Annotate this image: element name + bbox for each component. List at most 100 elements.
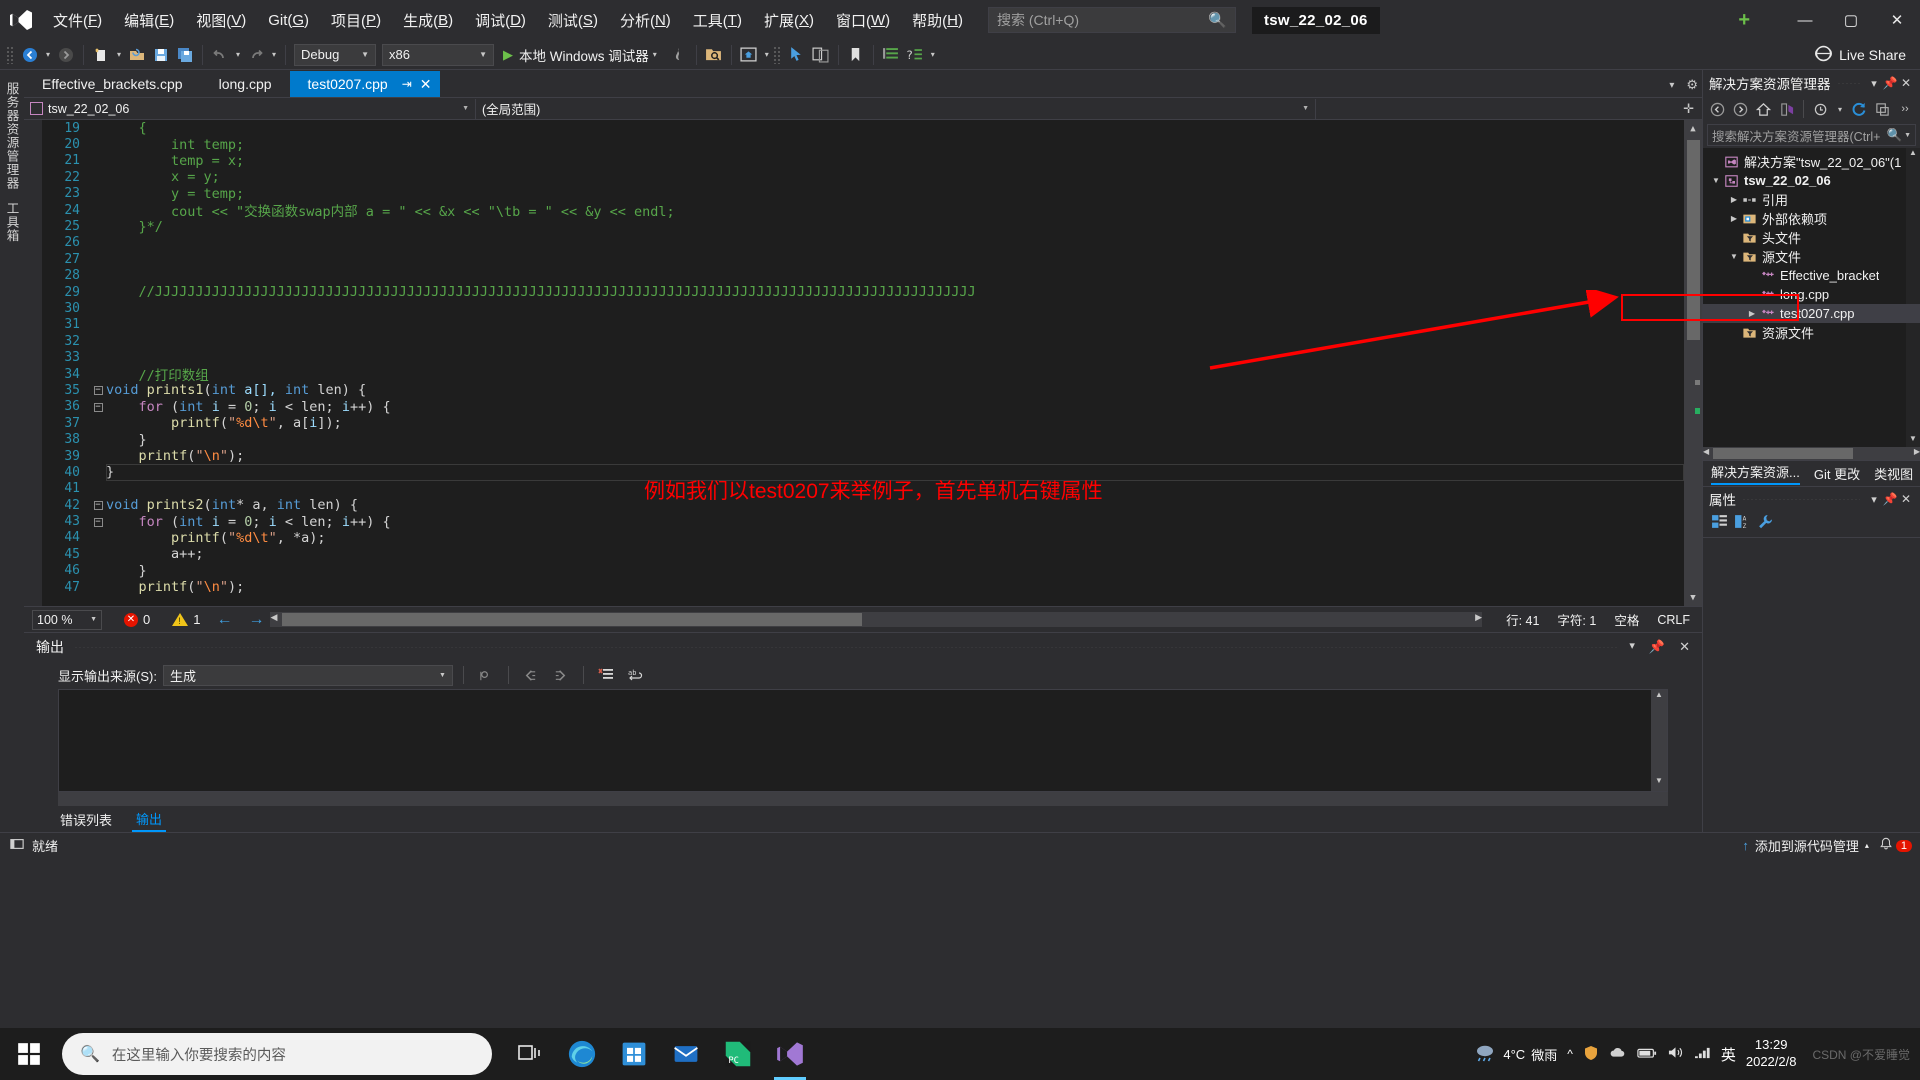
menu-item-1[interactable]: 编辑(E)	[113, 0, 185, 40]
code-line[interactable]: 39 printf("\n");	[42, 448, 1684, 464]
microsoft-store-icon[interactable]	[610, 1028, 658, 1080]
battery-icon[interactable]	[1637, 1046, 1657, 1063]
back-icon[interactable]	[1707, 99, 1727, 119]
code-line[interactable]: 29 //ЈЈЈЈЈЈЈЈЈЈЈЈЈЈЈЈЈЈЈЈЈЈЈЈЈЈЈЈЈЈЈЈЈЈЈ…	[42, 284, 1684, 300]
tree-node-4[interactable]: 头文件	[1703, 228, 1920, 247]
scroll-left-arrow-icon[interactable]: ◀	[270, 612, 277, 623]
tree-node-3[interactable]: ▶ 外部依赖项	[1703, 209, 1920, 228]
go-to-previous-message-icon[interactable]	[519, 663, 543, 687]
network-icon[interactable]	[1694, 1045, 1711, 1063]
code-line[interactable]: 24 cout << "交换函数swap内部 a = " << &x << "\…	[42, 202, 1684, 221]
code-line[interactable]: 47 printf("\n");	[42, 579, 1684, 595]
code-line[interactable]: 32	[42, 333, 1684, 349]
properties-panel-body[interactable]	[1703, 537, 1920, 832]
collapsed-arrow-icon[interactable]: ▶	[1727, 214, 1741, 223]
edge-icon[interactable]	[558, 1028, 606, 1080]
editor-vertical-scrollbar[interactable]: ▲ ▼	[1684, 120, 1702, 606]
fold-indicator[interactable]: −	[90, 500, 106, 511]
scroll-left-arrow-icon[interactable]: ◀	[1703, 447, 1709, 456]
search-folder-icon[interactable]	[702, 43, 726, 67]
tree-hscroll-thumb[interactable]	[1713, 447, 1853, 459]
chevron-up-icon[interactable]: ^	[1567, 1047, 1573, 1061]
tab-settings-icon[interactable]: ⚙	[1686, 77, 1698, 93]
output-text-area[interactable]: ▲ ▼	[58, 689, 1668, 792]
taskbar-search-input[interactable]: 🔍 在这里输入你要搜索的内容	[62, 1033, 492, 1075]
redo-caret[interactable]: ▾	[268, 50, 280, 59]
expanded-arrow-icon[interactable]: ▼	[1727, 252, 1741, 261]
menu-item-8[interactable]: 分析(N)	[609, 0, 682, 40]
menu-item-9[interactable]: 工具(T)	[682, 0, 753, 40]
undo-icon[interactable]	[208, 43, 232, 67]
code-line[interactable]: 21 temp = x;	[42, 153, 1684, 169]
pin-icon[interactable]: 📌	[1882, 492, 1898, 506]
toggle-word-wrap-icon[interactable]: ab	[624, 663, 648, 687]
code-line[interactable]: 37 printf("%d\t", a[i]);	[42, 415, 1684, 431]
code-line[interactable]: 22 x = y;	[42, 169, 1684, 185]
comment-lines-icon[interactable]	[879, 43, 903, 67]
error-count-indicator[interactable]: ✕ 0	[124, 612, 150, 627]
menu-item-5[interactable]: 生成(B)	[392, 0, 464, 40]
collapse-all-icon[interactable]	[1872, 99, 1892, 119]
warning-count-indicator[interactable]: 1	[172, 612, 200, 627]
weather-widget[interactable]: 4°C 微雨	[1473, 1042, 1557, 1067]
code-line[interactable]: 44 printf("%d\t", *a);	[42, 530, 1684, 546]
sync-with-active-document-icon[interactable]	[1776, 99, 1796, 119]
add-account-icon[interactable]: +	[1738, 9, 1750, 32]
code-line[interactable]: 26	[42, 235, 1684, 251]
code-line[interactable]: 30	[42, 300, 1684, 316]
close-icon[interactable]: ✕	[1898, 492, 1914, 506]
editor-horizontal-scrollbar[interactable]: ◀ ▶	[270, 612, 1483, 627]
arrow-left-icon[interactable]: ←	[216, 611, 232, 629]
output-dock-tab-1[interactable]: 输出	[132, 807, 167, 832]
pin-icon[interactable]: 📌	[1882, 76, 1898, 90]
right-dock-tab-1[interactable]: Git 更改	[1814, 464, 1860, 483]
home-icon[interactable]	[1753, 99, 1773, 119]
collapsed-arrow-icon[interactable]: ▶	[1727, 195, 1741, 204]
code-line[interactable]: 43− for (int i = 0; i < len; i++) {	[42, 513, 1684, 530]
menu-item-6[interactable]: 调试(D)	[464, 0, 537, 40]
rail-tab-1[interactable]: 工具箱	[0, 196, 25, 249]
toolbar-grip[interactable]	[772, 45, 781, 64]
close-icon[interactable]: ✕	[1679, 639, 1690, 655]
code-line[interactable]: 34 //打印数组	[42, 366, 1684, 385]
menu-item-3[interactable]: Git(G)	[257, 0, 320, 40]
start-debugging-caret[interactable]: ▾	[649, 50, 661, 59]
code-line[interactable]: 35− void prints1(int a[], int len) {	[42, 382, 1684, 398]
navigate-forward-button[interactable]	[54, 43, 78, 67]
tree-horizontal-scrollbar[interactable]: ◀ ▶	[1703, 446, 1920, 460]
code-line[interactable]: 33	[42, 349, 1684, 365]
solution-configuration-combo[interactable]: Debug ▼	[294, 43, 376, 66]
chevron-down-icon[interactable]: ▾	[1866, 77, 1882, 90]
refresh-icon[interactable]	[1849, 99, 1869, 119]
tree-node-2[interactable]: ▶ 引用	[1703, 190, 1920, 209]
scroll-up-arrow-icon[interactable]: ▲	[1684, 120, 1702, 137]
show-all-files-icon[interactable]: ››	[1895, 99, 1915, 119]
close-tab-icon[interactable]: ✕	[420, 76, 432, 93]
output-source-combo[interactable]: 生成 ▼	[162, 664, 453, 686]
code-line[interactable]: 38 }	[42, 431, 1684, 448]
minimize-button[interactable]: —	[1782, 0, 1828, 40]
code-line[interactable]: 36− for (int i = 0; i < len; i++) {	[42, 399, 1684, 415]
code-line[interactable]: 31	[42, 317, 1684, 333]
live-share-button[interactable]: Live Share	[1815, 45, 1906, 65]
tree-node-0[interactable]: 解决方案"tsw_22_02_06"(1	[1703, 152, 1920, 171]
live-preview-icon[interactable]	[737, 43, 761, 67]
tree-node-5[interactable]: ▼ 源文件	[1703, 247, 1920, 266]
chevron-down-icon[interactable]: ▾	[1834, 105, 1846, 114]
pointer-select-icon[interactable]	[785, 43, 809, 67]
tree-node-9[interactable]: 资源文件	[1703, 323, 1920, 342]
scroll-right-arrow-icon[interactable]: ▶	[1914, 447, 1920, 456]
new-project-caret[interactable]: ▾	[113, 50, 125, 59]
fold-indicator[interactable]: −	[90, 385, 106, 396]
alphabetical-view-icon[interactable]: AZ	[1734, 513, 1751, 535]
task-view-icon[interactable]	[506, 1028, 554, 1080]
menu-item-0[interactable]: 文件(F)	[42, 0, 113, 40]
navigate-backward-button[interactable]	[18, 43, 42, 67]
close-icon[interactable]: ✕	[1898, 76, 1914, 90]
member-scope-combo[interactable]: (全局范围) ▼	[476, 98, 1316, 119]
output-dock-tab-0[interactable]: 错误列表	[56, 808, 116, 831]
taskbar-clock[interactable]: 13:29 2022/2/8	[1746, 1037, 1797, 1071]
windows-start-icon[interactable]	[0, 1028, 58, 1080]
right-dock-tab-0[interactable]: 解决方案资源...	[1711, 462, 1800, 485]
global-search-box[interactable]: 搜索 (Ctrl+Q) 🔍	[987, 7, 1236, 33]
